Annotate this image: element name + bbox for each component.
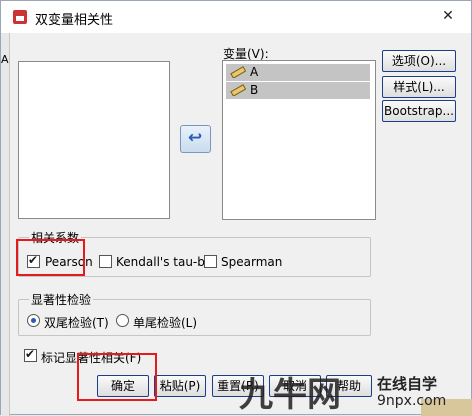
spearman-checkbox[interactable] [204, 255, 217, 268]
ok-highlight-box [77, 353, 157, 401]
close-icon[interactable]: ✕ [437, 5, 459, 27]
title-bar: 双变量相关性 ✕ [1, 1, 471, 33]
kendall-checkbox[interactable] [99, 255, 112, 268]
two-tailed-radio[interactable] [27, 314, 40, 327]
selected-variable-list[interactable]: A B [222, 60, 376, 220]
background-spreadsheet-strip: A [1, 33, 10, 416]
app-icon [13, 10, 27, 24]
significance-group-title: 显著性检验 [29, 291, 94, 308]
two-tailed-label: 双尾检验(T) [44, 316, 109, 330]
style-button[interactable]: 样式(L)... [382, 76, 456, 98]
one-tailed-label: 单尾检验(L) [133, 316, 198, 330]
source-variable-list[interactable] [18, 61, 170, 219]
watermark-tag: 在线自学 [377, 375, 438, 393]
list-item[interactable]: A [226, 64, 370, 81]
scale-ruler-icon [230, 84, 246, 96]
list-item[interactable]: B [226, 82, 370, 99]
strip-text: A [1, 53, 9, 66]
flag-significant-checkbox[interactable] [24, 347, 37, 362]
move-variable-button[interactable]: ↩ [180, 125, 211, 153]
scale-ruler-icon [230, 66, 246, 78]
window-title: 双变量相关性 [35, 13, 114, 28]
pearson-highlight-box [16, 239, 85, 276]
bivariate-correlations-dialog: 双变量相关性 ✕ A ↩ 变量(V): A B 选项(O)... 样式(L)..… [0, 0, 472, 416]
variable-name: B [250, 83, 259, 97]
variable-name: A [250, 65, 259, 79]
arrow-left-icon: ↩ [188, 128, 203, 148]
spearman-label: Spearman [221, 255, 283, 269]
kendall-label: Kendall's tau-b [116, 255, 205, 269]
paste-button[interactable]: 粘贴(P) [154, 375, 206, 397]
bootstrap-button[interactable]: Bootstrap... [382, 100, 456, 122]
watermark-site: 9npx.com [377, 393, 447, 409]
one-tailed-radio[interactable] [116, 314, 129, 327]
options-button[interactable]: 选项(O)... [382, 50, 456, 72]
watermark-brand: 九牛网 [239, 375, 341, 415]
